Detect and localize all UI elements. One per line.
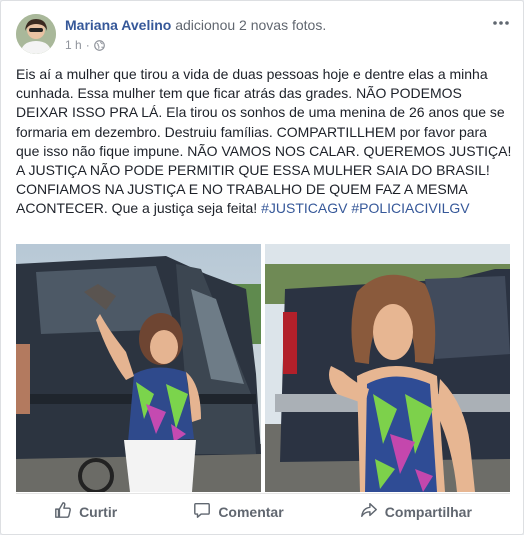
comment-button[interactable]: Comentar (183, 497, 293, 526)
share-arrow-icon (360, 501, 378, 522)
post-photo-1[interactable] (16, 244, 261, 492)
post-photo-2[interactable] (265, 244, 510, 492)
post-timestamp[interactable]: 1 h (65, 38, 82, 52)
photo-grid (16, 244, 510, 492)
share-label: Compartilhar (384, 503, 472, 520)
post-meta: 1 h · (65, 38, 105, 52)
like-label: Curtir (79, 503, 118, 520)
thumbs-up-icon (54, 501, 72, 522)
post-text-main: Eis aí a mulher que tirou a vida de duas… (16, 66, 512, 217)
globe-icon[interactable] (93, 39, 105, 51)
comment-label: Comentar (218, 503, 284, 520)
comment-bubble-icon (193, 501, 211, 522)
share-button[interactable]: Compartilhar (350, 497, 482, 526)
like-button[interactable]: Curtir (44, 497, 127, 526)
hashtag-justicagv[interactable]: #JUSTICAGV (261, 200, 347, 216)
post-card: Mariana Avelino adicionou 2 novas fotos.… (0, 0, 524, 535)
post-body: Eis aí a mulher que tirou a vida de duas… (16, 65, 512, 219)
author-name[interactable]: Mariana Avelino (65, 17, 171, 33)
avatar[interactable] (16, 14, 56, 54)
hashtag-policiacivilgv[interactable]: #POLICIACIVILGV (351, 200, 469, 216)
post-header: Mariana Avelino adicionou 2 novas fotos.… (16, 14, 510, 56)
author-line: Mariana Avelino adicionou 2 novas fotos. (65, 17, 326, 33)
post-actions-bar: Curtir Comentar Compartilhar (16, 493, 510, 529)
post-action-text: adicionou 2 novas fotos. (175, 17, 327, 33)
meta-separator: · (85, 38, 90, 52)
more-options-icon[interactable] (492, 16, 510, 30)
